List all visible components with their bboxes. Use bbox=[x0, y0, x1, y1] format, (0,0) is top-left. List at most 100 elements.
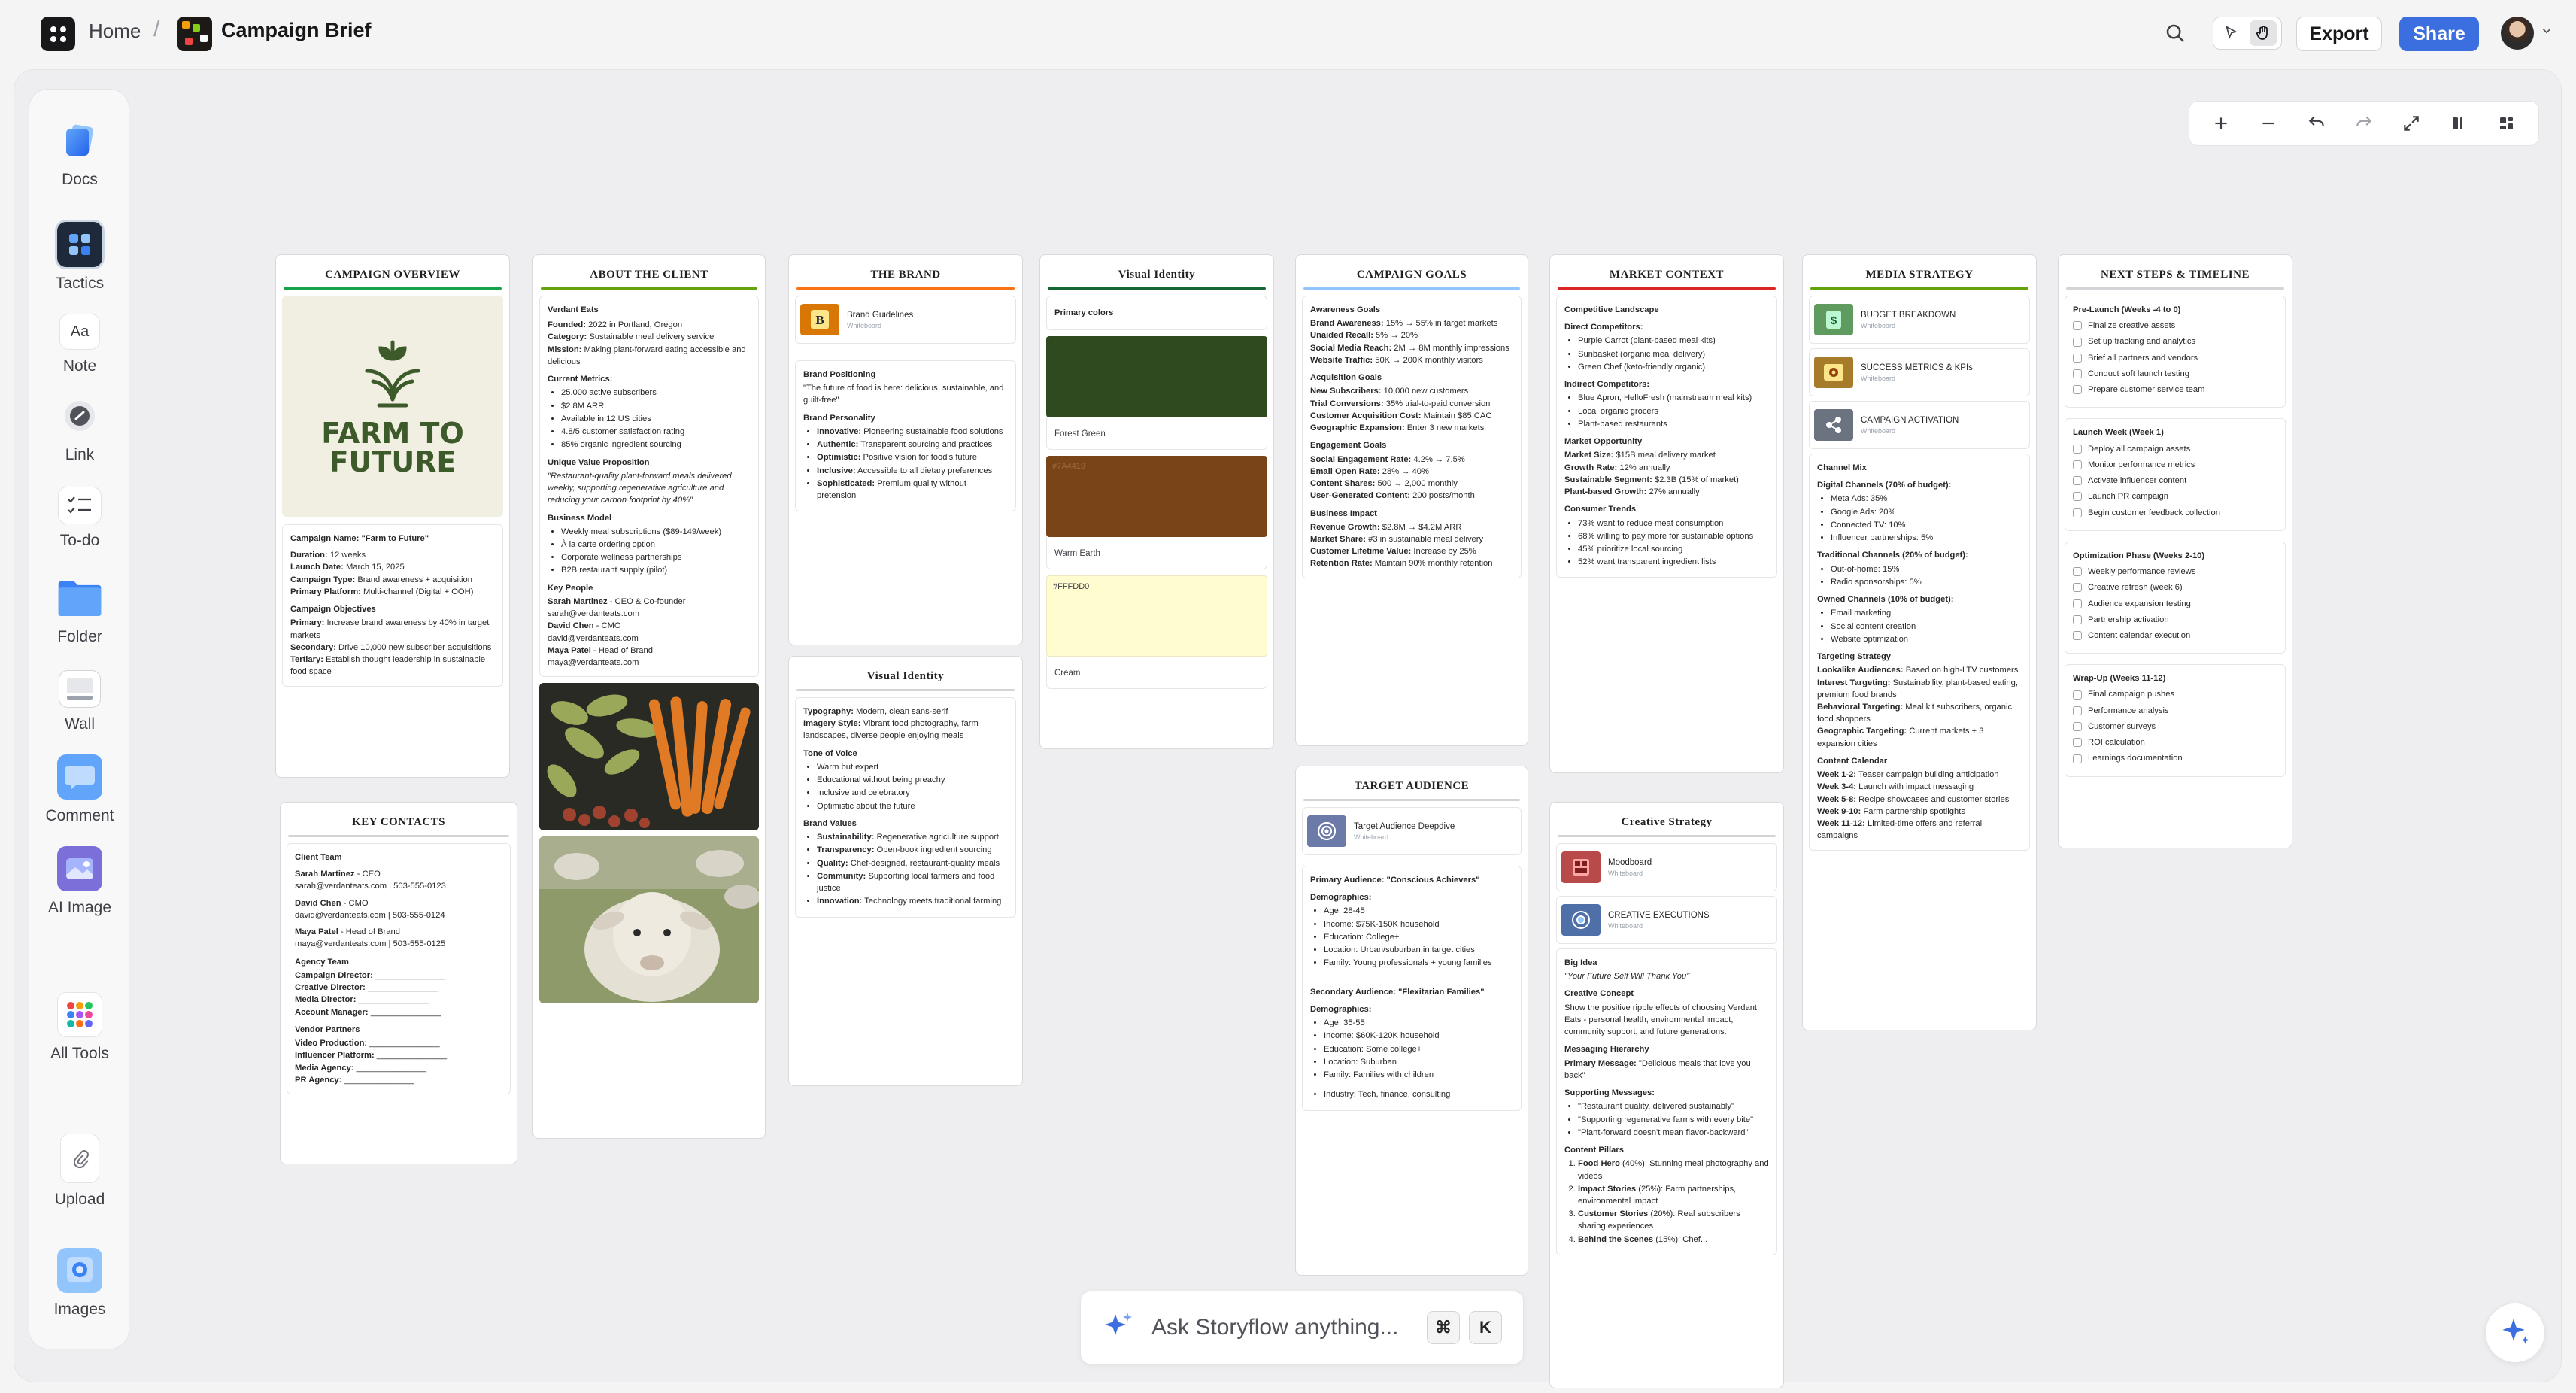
tool-images[interactable]: Images bbox=[29, 1248, 130, 1319]
warm-earth-swatch[interactable]: #7A4419 bbox=[1046, 456, 1267, 538]
breadcrumb-home[interactable]: Home bbox=[89, 20, 141, 43]
media-strategy-card[interactable]: MEDIA STRATEGY $ BUDGET BREAKDOWN Whitebo… bbox=[1802, 254, 2037, 1030]
checkbox[interactable] bbox=[2073, 476, 2082, 486]
layout-columns-icon[interactable] bbox=[2444, 108, 2474, 138]
link-title: Moodboard bbox=[1608, 857, 1652, 867]
creative-strategy-card[interactable]: Creative Strategy Moodboard Whiteboard CR… bbox=[1549, 802, 1784, 1388]
checkbox[interactable] bbox=[2073, 369, 2082, 379]
checkbox[interactable] bbox=[2073, 615, 2082, 624]
tool-all-tools[interactable]: All Tools bbox=[29, 992, 130, 1063]
checklist-item[interactable]: Partnership activation bbox=[2073, 614, 2277, 626]
checkbox[interactable] bbox=[2073, 460, 2082, 469]
tool-wall[interactable]: Wall bbox=[29, 670, 130, 733]
chevron-down-icon[interactable] bbox=[2540, 24, 2553, 41]
phase-pre-launch: Pre-Launch (Weeks -4 to 0) Finalize crea… bbox=[2065, 296, 2286, 408]
checkbox[interactable] bbox=[2073, 385, 2082, 395]
checkbox[interactable] bbox=[2073, 583, 2082, 593]
search-icon[interactable] bbox=[2160, 18, 2190, 48]
checklist-item[interactable]: Brief all partners and vendors bbox=[2073, 352, 2277, 364]
brand-guidelines-link[interactable]: B Brand Guidelines Whiteboard bbox=[795, 296, 1016, 344]
checklist-item[interactable]: Finalize creative assets bbox=[2073, 320, 2277, 332]
vegetables-photo bbox=[539, 683, 759, 831]
tool-ai-image[interactable]: AI Image bbox=[29, 846, 130, 917]
checkbox[interactable] bbox=[2073, 353, 2082, 363]
checklist-item[interactable]: ROI calculation bbox=[2073, 736, 2277, 748]
visual-identity-text-card[interactable]: Visual Identity Typography: Modern, clea… bbox=[788, 656, 1023, 1086]
checklist-item[interactable]: Begin customer feedback collection bbox=[2073, 507, 2277, 519]
checkbox[interactable] bbox=[2073, 690, 2082, 700]
market-details: Competitive Landscape Direct Competitors… bbox=[1556, 296, 1777, 578]
checklist-item[interactable]: Monitor performance metrics bbox=[2073, 459, 2277, 471]
user-avatar[interactable] bbox=[2501, 17, 2534, 50]
cream-swatch[interactable]: #FFFDD0 bbox=[1046, 575, 1267, 657]
select-pointer-icon[interactable] bbox=[2218, 20, 2245, 46]
budget-breakdown-link[interactable]: $ BUDGET BREAKDOWN Whiteboard bbox=[1809, 296, 2030, 344]
ai-assistant-button[interactable] bbox=[2485, 1303, 2545, 1363]
checkbox[interactable] bbox=[2073, 738, 2082, 748]
checklist-item[interactable]: Creative refresh (week 6) bbox=[2073, 581, 2277, 593]
market-context-card[interactable]: MARKET CONTEXT Competitive Landscape Dir… bbox=[1549, 254, 1784, 773]
target-audience-deepdive-link[interactable]: Target Audience Deepdive Whiteboard bbox=[1302, 807, 1522, 855]
checkbox[interactable] bbox=[2073, 599, 2082, 608]
ask-input-placeholder[interactable]: Ask Storyflow anything... bbox=[1151, 1315, 1418, 1340]
hand-pan-icon[interactable] bbox=[2250, 20, 2277, 46]
tool-comment[interactable]: Comment bbox=[29, 754, 130, 825]
export-button[interactable]: Export bbox=[2296, 17, 2382, 51]
document-title[interactable]: Campaign Brief bbox=[221, 19, 372, 42]
about-client-card[interactable]: ABOUT THE CLIENT Verdant Eats Founded: 2… bbox=[532, 254, 766, 1139]
layout-grid-icon[interactable] bbox=[2492, 108, 2522, 138]
moodboard-link[interactable]: Moodboard Whiteboard bbox=[1556, 843, 1777, 891]
creative-executions-link[interactable]: CREATIVE EXECUTIONS Whiteboard bbox=[1556, 896, 1777, 944]
next-steps-card[interactable]: NEXT STEPS & TIMELINE Pre-Launch (Weeks … bbox=[2058, 254, 2292, 848]
checklist-item[interactable]: Customer surveys bbox=[2073, 721, 2277, 733]
checkbox[interactable] bbox=[2073, 754, 2082, 763]
goals-details: Awareness Goals Brand Awareness: 15% → 5… bbox=[1302, 296, 1522, 578]
checkbox[interactable] bbox=[2073, 444, 2082, 454]
checklist-item[interactable]: Content calendar execution bbox=[2073, 630, 2277, 642]
success-metrics-link[interactable]: SUCCESS METRICS & KPIs Whiteboard bbox=[1809, 348, 2030, 396]
checklist-item[interactable]: Conduct soft launch testing bbox=[2073, 368, 2277, 380]
tool-upload[interactable]: Upload bbox=[29, 1134, 130, 1209]
checkbox[interactable] bbox=[2073, 321, 2082, 331]
forest-green-swatch[interactable] bbox=[1046, 336, 1267, 418]
checklist-item[interactable]: Deploy all campaign assets bbox=[2073, 443, 2277, 455]
zoom-out-icon[interactable] bbox=[2253, 108, 2283, 138]
checklist-item[interactable]: Launch PR campaign bbox=[2073, 490, 2277, 502]
key-contacts-card[interactable]: KEY CONTACTS Client Team Sarah Martinez … bbox=[280, 802, 517, 1164]
checkbox[interactable] bbox=[2073, 722, 2082, 732]
campaign-goals-card[interactable]: CAMPAIGN GOALS Awareness Goals Brand Awa… bbox=[1295, 254, 1528, 746]
campaign-overview-card[interactable]: CAMPAIGN OVERVIEW FARM TO FUTURE Campaig… bbox=[275, 254, 510, 778]
checklist-item[interactable]: Set up tracking and analytics bbox=[2073, 335, 2277, 347]
app-logo-icon[interactable] bbox=[41, 17, 75, 51]
checkbox[interactable] bbox=[2073, 567, 2082, 577]
visual-identity-colors-card[interactable]: Visual Identity Primary colors Forest Gr… bbox=[1039, 254, 1274, 749]
zoom-in-icon[interactable] bbox=[2206, 108, 2236, 138]
checkbox[interactable] bbox=[2073, 337, 2082, 347]
undo-icon[interactable] bbox=[2301, 108, 2332, 138]
redo-icon[interactable] bbox=[2349, 108, 2379, 138]
tool-docs[interactable]: Docs bbox=[29, 118, 130, 189]
share-button[interactable]: Share bbox=[2399, 17, 2479, 51]
fit-to-screen-icon[interactable] bbox=[2396, 108, 2426, 138]
campaign-activation-link[interactable]: CAMPAIGN ACTIVATION Whiteboard bbox=[1809, 401, 2030, 449]
checklist-item[interactable]: Activate influencer content bbox=[2073, 475, 2277, 487]
tool-tactics[interactable]: Tactics bbox=[29, 222, 130, 293]
tool-note[interactable]: Aa Note bbox=[29, 314, 130, 375]
checklist-item[interactable]: Performance analysis bbox=[2073, 705, 2277, 717]
checklist-item[interactable]: Final campaign pushes bbox=[2073, 688, 2277, 700]
tool-link[interactable]: Link bbox=[29, 393, 130, 464]
checkbox[interactable] bbox=[2073, 706, 2082, 715]
checklist-item[interactable]: Prepare customer service team bbox=[2073, 384, 2277, 396]
checkbox[interactable] bbox=[2073, 508, 2082, 517]
tool-folder[interactable]: Folder bbox=[29, 575, 130, 646]
checkbox[interactable] bbox=[2073, 492, 2082, 502]
checklist-item[interactable]: Learnings documentation bbox=[2073, 752, 2277, 764]
checklist-item[interactable]: Audience expansion testing bbox=[2073, 598, 2277, 610]
target-audience-card[interactable]: TARGET AUDIENCE Target Audience Deepdive… bbox=[1295, 766, 1528, 1276]
the-brand-card[interactable]: THE BRAND B Brand Guidelines Whiteboard B… bbox=[788, 254, 1023, 645]
tool-todo[interactable]: To-do bbox=[29, 487, 130, 550]
checkbox[interactable] bbox=[2073, 631, 2082, 641]
checklist-item[interactable]: Weekly performance reviews bbox=[2073, 566, 2277, 578]
ask-storyflow-bar[interactable]: Ask Storyflow anything... ⌘ K bbox=[1080, 1291, 1524, 1364]
link-subtitle: Whiteboard bbox=[1861, 426, 1896, 435]
